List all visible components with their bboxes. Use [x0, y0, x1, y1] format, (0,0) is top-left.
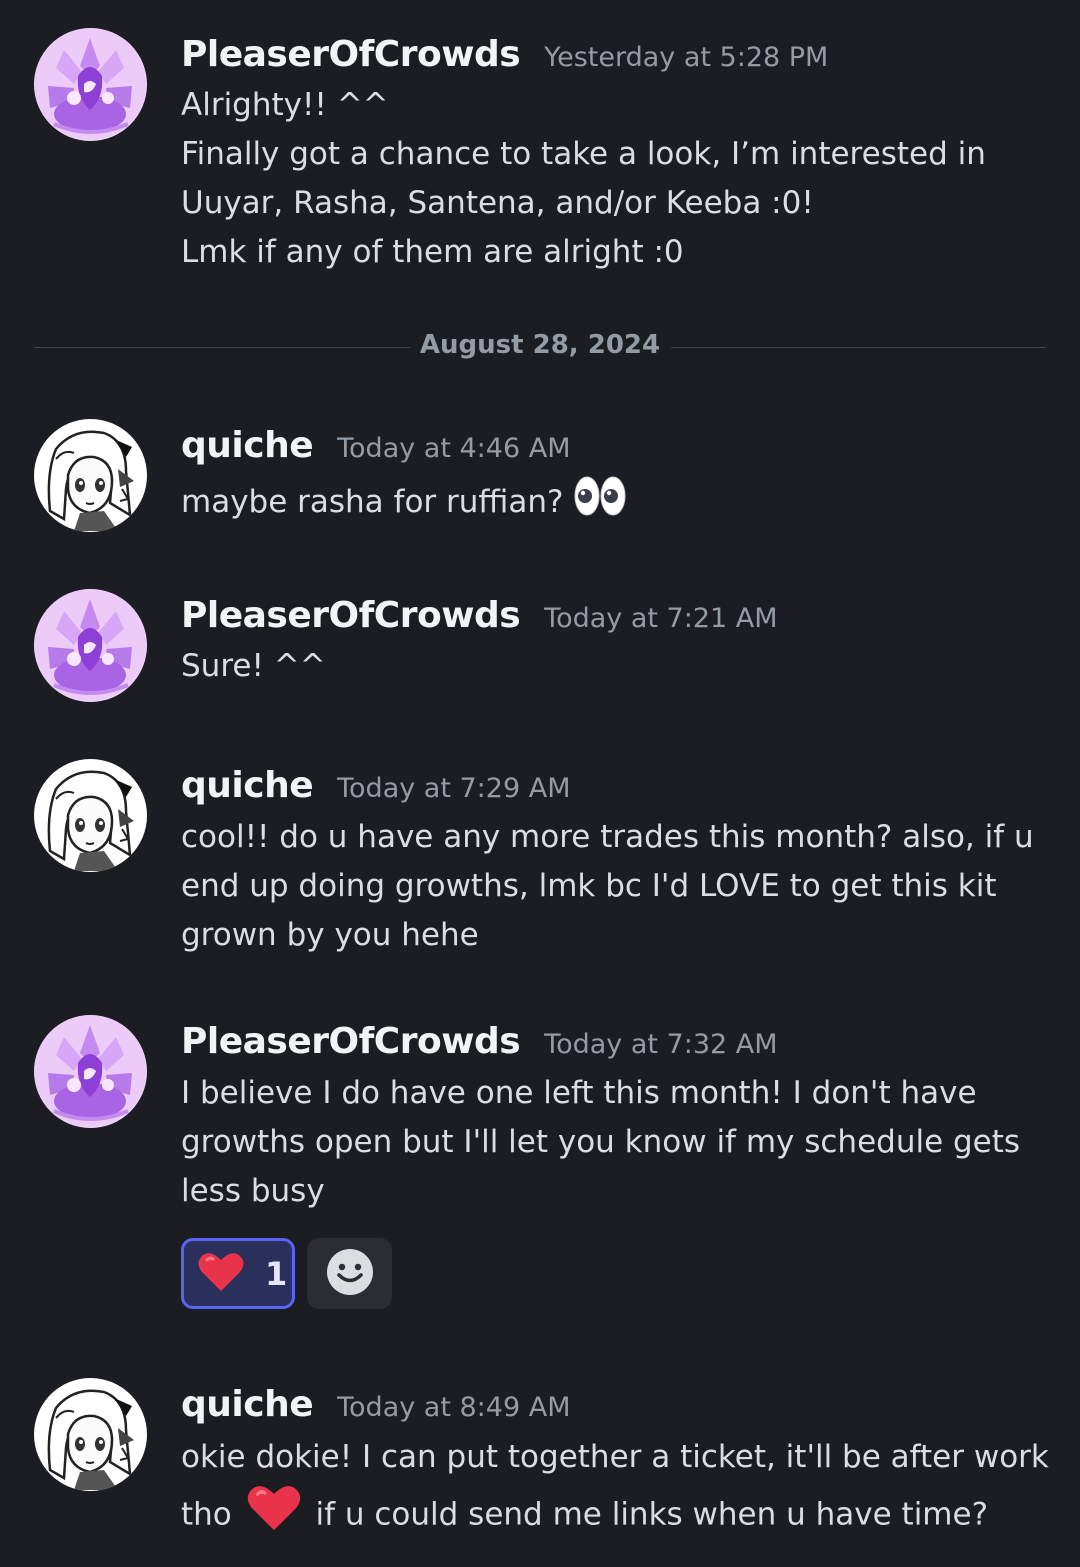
message-line: Finally got a chance to take a look, I’m…	[181, 136, 986, 172]
username[interactable]: PleaserOfCrowds	[181, 1021, 521, 1062]
timestamp[interactable]: Today at 4:46 AM	[337, 433, 570, 464]
message-line: Alrighty!! ^^	[181, 87, 389, 123]
avatar[interactable]	[34, 1378, 147, 1491]
date-divider: August 28, 2024	[34, 324, 1046, 372]
reactions-bar: 1	[181, 1238, 392, 1309]
message-text: maybe rasha for ruffian?	[181, 484, 564, 520]
message-content: Sure! ^^	[181, 642, 1041, 691]
message-content: I believe I do have one left this month!…	[181, 1069, 1041, 1216]
avatar[interactable]	[34, 589, 147, 702]
timestamp[interactable]: Yesterday at 5:28 PM	[544, 42, 828, 73]
eyes-emoji	[573, 474, 627, 533]
message-content: Alrighty!! ^^ Finally got a chance to ta…	[181, 81, 1041, 277]
avatar[interactable]	[34, 28, 147, 141]
message-content: cool!! do u have any more trades this mo…	[181, 813, 1041, 960]
timestamp[interactable]: Today at 8:49 AM	[337, 1392, 570, 1423]
message-line: growths open but I'll let you know if my…	[181, 1124, 1021, 1160]
timestamp[interactable]: Today at 7:29 AM	[337, 773, 570, 804]
message-header: quiche Today at 4:46 AM	[181, 425, 571, 481]
message-text: if u could send me links when u have tim…	[315, 1496, 989, 1533]
avatar[interactable]	[34, 759, 147, 872]
message-line: end up doing growths, lmk bc I'd LOVE to…	[181, 868, 997, 904]
message-line: okie dokie! I can put together a ticket,…	[181, 1439, 1049, 1475]
heart-emoji	[197, 1251, 245, 1297]
add-reaction-icon	[326, 1248, 374, 1300]
username[interactable]: quiche	[181, 1384, 314, 1425]
reaction-count: 1	[265, 1254, 288, 1293]
message-line: Sure! ^^	[181, 648, 326, 684]
add-reaction-button[interactable]	[307, 1238, 392, 1309]
username[interactable]: quiche	[181, 425, 314, 466]
message-line: less busy	[181, 1173, 325, 1209]
heart-reaction-button[interactable]: 1	[181, 1238, 295, 1309]
message-line: Lmk if any of them are alright :0	[181, 234, 684, 270]
message-content: okie dokie! I can put together a ticket,…	[181, 1432, 1049, 1549]
divider-date: August 28, 2024	[419, 330, 661, 360]
username[interactable]: PleaserOfCrowds	[181, 34, 521, 75]
message-line: cool!! do u have any more trades this mo…	[181, 819, 1034, 855]
username[interactable]: PleaserOfCrowds	[181, 595, 521, 636]
message-text: tho	[181, 1496, 232, 1533]
message-content: maybe rasha for ruffian?	[181, 474, 1041, 533]
avatar[interactable]	[34, 1015, 147, 1128]
message-line: Uuyar, Rasha, Santena, and/or Keeba :0!	[181, 185, 814, 221]
timestamp[interactable]: Today at 7:32 AM	[544, 1029, 777, 1060]
message-line: I believe I do have one left this month!…	[181, 1075, 977, 1111]
message-line: tho if u could send me links when u have…	[181, 1483, 1041, 1549]
message-line: grown by you hehe	[181, 917, 479, 953]
avatar[interactable]	[34, 419, 147, 532]
message-line: maybe rasha for ruffian?	[181, 474, 1041, 533]
username[interactable]: quiche	[181, 765, 314, 806]
heart-emoji	[246, 1483, 302, 1549]
timestamp[interactable]: Today at 7:21 AM	[544, 603, 777, 634]
